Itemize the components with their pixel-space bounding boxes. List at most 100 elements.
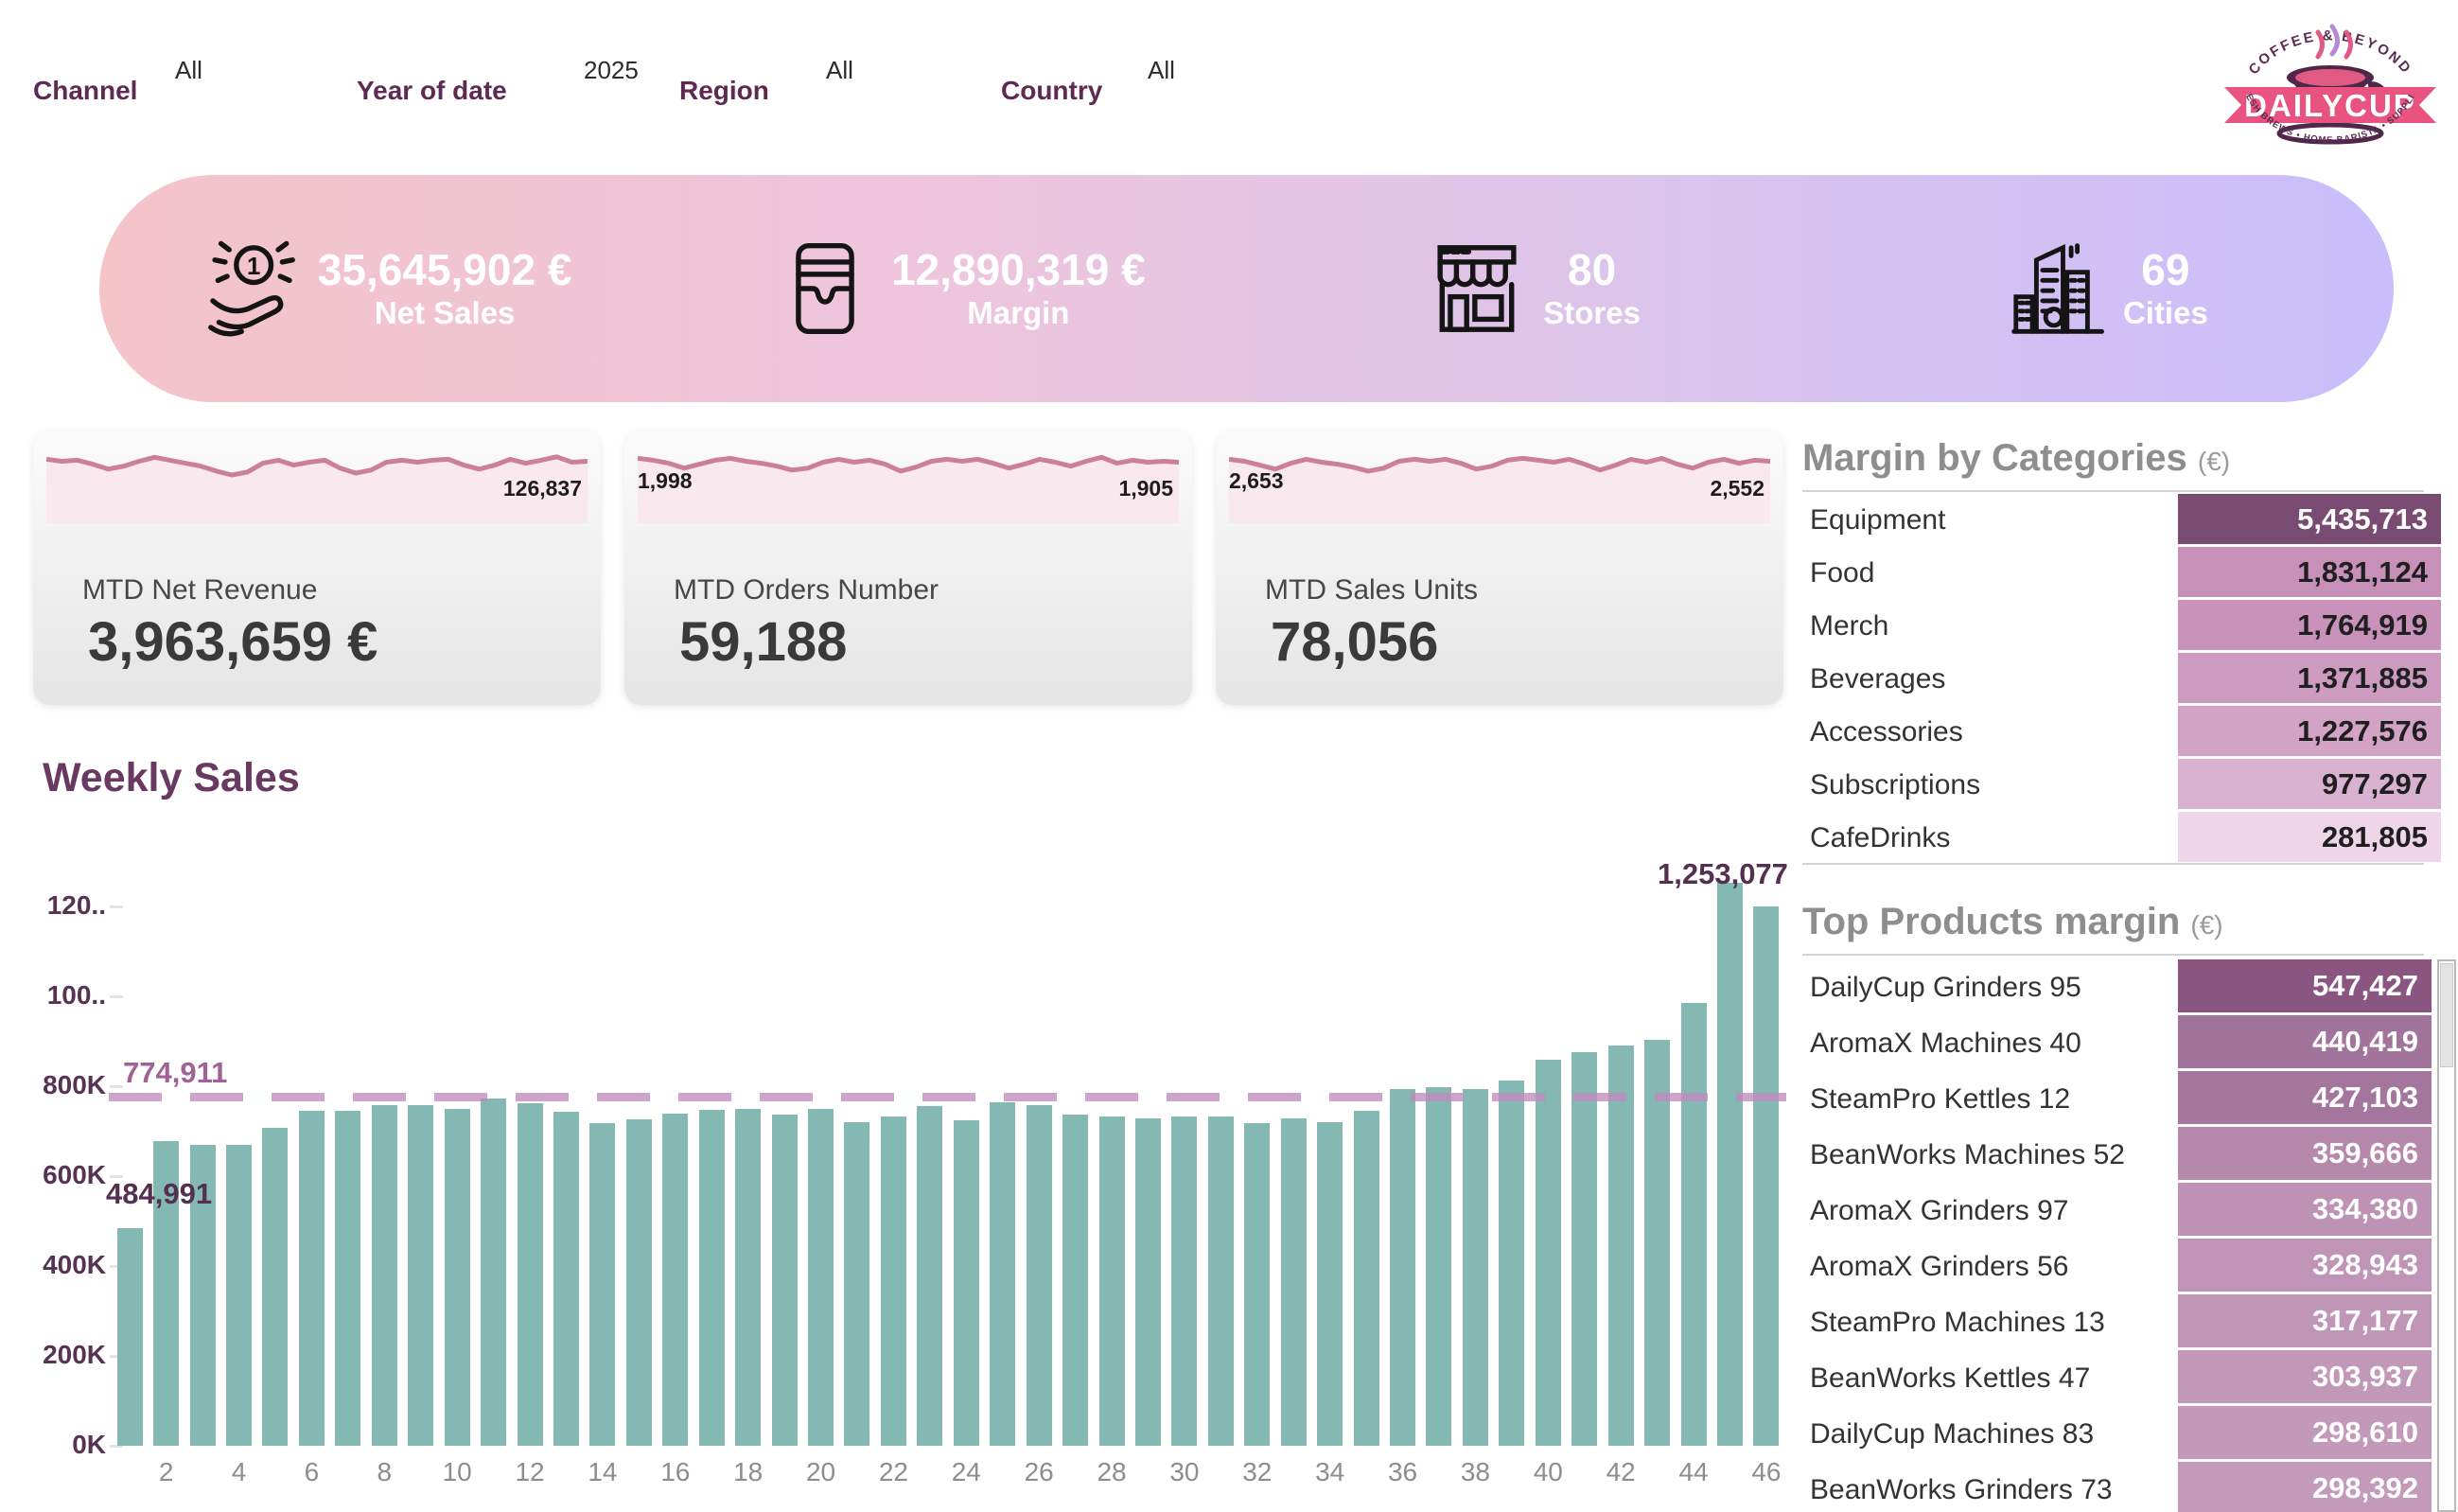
bar-week-34[interactable] (1317, 1122, 1343, 1446)
category-row[interactable]: Beverages1,371,885 (1802, 653, 2458, 706)
bar-week-1[interactable] (117, 1228, 143, 1446)
scrollbar-thumb[interactable] (2440, 963, 2453, 1067)
bar-week-16[interactable] (662, 1114, 688, 1446)
bar-week-37[interactable] (1426, 1087, 1451, 1446)
product-row[interactable]: AromaX Grinders 56328,943 (1802, 1239, 2458, 1294)
x-tick-label (621, 1457, 657, 1487)
category-row-value-cell[interactable]: 281,805 (2178, 812, 2441, 862)
category-row-value-cell[interactable]: 5,435,713 (2178, 494, 2441, 544)
product-row[interactable]: AromaX Machines 40440,419 (1802, 1015, 2458, 1071)
bar-week-36[interactable] (1390, 1089, 1415, 1446)
category-row[interactable]: Equipment5,435,713 (1802, 494, 2458, 547)
product-row-label: BeanWorks Machines 52 (1802, 1127, 2178, 1183)
bar-week-38[interactable] (1463, 1089, 1488, 1446)
product-row[interactable]: BeanWorks Grinders 73298,392 (1802, 1462, 2458, 1512)
bar-week-20[interactable] (808, 1109, 834, 1446)
filter-year-of-date[interactable]: Year of date 2025 (357, 49, 679, 106)
product-row-value-cell[interactable]: 298,610 (2178, 1406, 2432, 1459)
bar-week-46[interactable] (1753, 906, 1779, 1446)
bar-week-35[interactable] (1354, 1111, 1379, 1446)
filter-region[interactable]: Region All (679, 49, 1001, 106)
bar-week-41[interactable] (1571, 1052, 1597, 1446)
bar-week-25[interactable] (990, 1102, 1015, 1446)
product-row-value-cell[interactable]: 328,943 (2178, 1239, 2432, 1292)
bar-week-31[interactable] (1208, 1116, 1234, 1446)
margin-by-categories-table: Equipment5,435,713Food1,831,124Merch1,76… (1802, 494, 2458, 865)
dailycup-logo-icon: COFFEE & BEYOND DAILYCUP FRESH BREWS • H… (2211, 4, 2449, 163)
category-row[interactable]: CafeDrinks281,805 (1802, 812, 2458, 865)
scrollbar[interactable] (2437, 959, 2456, 1512)
bar-week-24[interactable] (954, 1120, 979, 1446)
bar-week-7[interactable] (335, 1111, 360, 1446)
filter-country-value[interactable]: All (1148, 56, 1175, 85)
bar-week-22[interactable] (881, 1116, 906, 1446)
bar-week-44[interactable] (1681, 1003, 1707, 1446)
product-row-label: SteamPro Kettles 12 (1802, 1071, 2178, 1127)
bar-week-30[interactable] (1171, 1116, 1197, 1446)
category-row[interactable]: Subscriptions977,297 (1802, 759, 2458, 812)
product-row-value-cell[interactable]: 359,666 (2178, 1127, 2432, 1180)
bar-week-18[interactable] (735, 1109, 761, 1446)
category-row-value-cell[interactable]: 1,227,576 (2178, 706, 2441, 756)
category-row[interactable]: Food1,831,124 (1802, 547, 2458, 600)
bar-week-14[interactable] (589, 1123, 615, 1446)
filter-country[interactable]: Country All (1001, 49, 1379, 106)
product-row-value-cell[interactable]: 334,380 (2178, 1183, 2432, 1236)
product-row[interactable]: BeanWorks Kettles 47303,937 (1802, 1350, 2458, 1406)
product-row[interactable]: SteamPro Machines 13317,177 (1802, 1294, 2458, 1350)
bar-week-28[interactable] (1099, 1116, 1125, 1446)
svg-text:1: 1 (247, 254, 260, 280)
orders-sparkline: 1,998 1,905 (638, 438, 1179, 529)
category-row-value-cell[interactable]: 977,297 (2178, 759, 2441, 809)
bar-week-29[interactable] (1135, 1118, 1161, 1446)
product-row[interactable]: SteamPro Kettles 12427,103 (1802, 1071, 2458, 1127)
bar-week-27[interactable] (1062, 1115, 1088, 1446)
bar-week-9[interactable] (408, 1105, 433, 1446)
bar-week-39[interactable] (1499, 1081, 1524, 1446)
bar-week-5[interactable] (262, 1128, 288, 1446)
category-row[interactable]: Merch1,764,919 (1802, 600, 2458, 653)
x-tick-label (1348, 1457, 1384, 1487)
product-row-value-cell[interactable]: 317,177 (2178, 1294, 2432, 1347)
bar-week-33[interactable] (1281, 1118, 1307, 1446)
bar-week-40[interactable] (1536, 1060, 1561, 1446)
bar-week-21[interactable] (844, 1122, 869, 1446)
product-row-value-cell[interactable]: 427,103 (2178, 1071, 2432, 1124)
bar-week-26[interactable] (1027, 1105, 1052, 1446)
bar-week-6[interactable] (299, 1111, 325, 1446)
product-row-value-cell[interactable]: 303,937 (2178, 1350, 2432, 1403)
bar-week-45[interactable] (1717, 883, 1743, 1446)
bar-week-12[interactable] (518, 1103, 543, 1446)
bar-week-19[interactable] (772, 1115, 798, 1446)
kpi-cities-label: Cities (2123, 294, 2208, 332)
product-row-value-cell[interactable]: 547,427 (2178, 959, 2432, 1012)
category-row[interactable]: Accessories1,227,576 (1802, 706, 2458, 759)
bar-week-15[interactable] (626, 1119, 652, 1446)
product-row[interactable]: AromaX Grinders 97334,380 (1802, 1183, 2458, 1239)
bar-week-17[interactable] (699, 1110, 725, 1446)
x-tick-label (1203, 1457, 1238, 1487)
category-row-value-cell[interactable]: 1,371,885 (2178, 653, 2441, 703)
x-tick-label: 34 (1311, 1457, 1347, 1487)
filter-channel-value[interactable]: All (175, 56, 202, 85)
bar-week-4[interactable] (226, 1145, 252, 1446)
bar-week-23[interactable] (917, 1106, 942, 1446)
x-tick-label: 28 (1094, 1457, 1130, 1487)
bar-week-32[interactable] (1244, 1123, 1270, 1446)
bar-week-42[interactable] (1608, 1046, 1634, 1446)
bar-week-8[interactable] (372, 1105, 397, 1446)
category-row-value-cell[interactable]: 1,831,124 (2178, 547, 2441, 597)
bar-week-11[interactable] (481, 1099, 506, 1446)
bar-week-13[interactable] (553, 1112, 579, 1446)
product-row[interactable]: BeanWorks Machines 52359,666 (1802, 1127, 2458, 1183)
product-row[interactable]: DailyCup Machines 83298,610 (1802, 1406, 2458, 1462)
bar-slot (802, 883, 838, 1446)
bar-week-10[interactable] (445, 1109, 470, 1446)
product-row-value-cell[interactable]: 298,392 (2178, 1462, 2432, 1512)
product-row-value-cell[interactable]: 440,419 (2178, 1015, 2432, 1068)
product-row[interactable]: DailyCup Grinders 95547,427 (1802, 959, 2458, 1015)
filter-region-value[interactable]: All (826, 56, 853, 85)
filter-channel[interactable]: Channel All (33, 49, 357, 106)
category-row-value-cell[interactable]: 1,764,919 (2178, 600, 2441, 650)
filter-year-value[interactable]: 2025 (584, 56, 639, 85)
